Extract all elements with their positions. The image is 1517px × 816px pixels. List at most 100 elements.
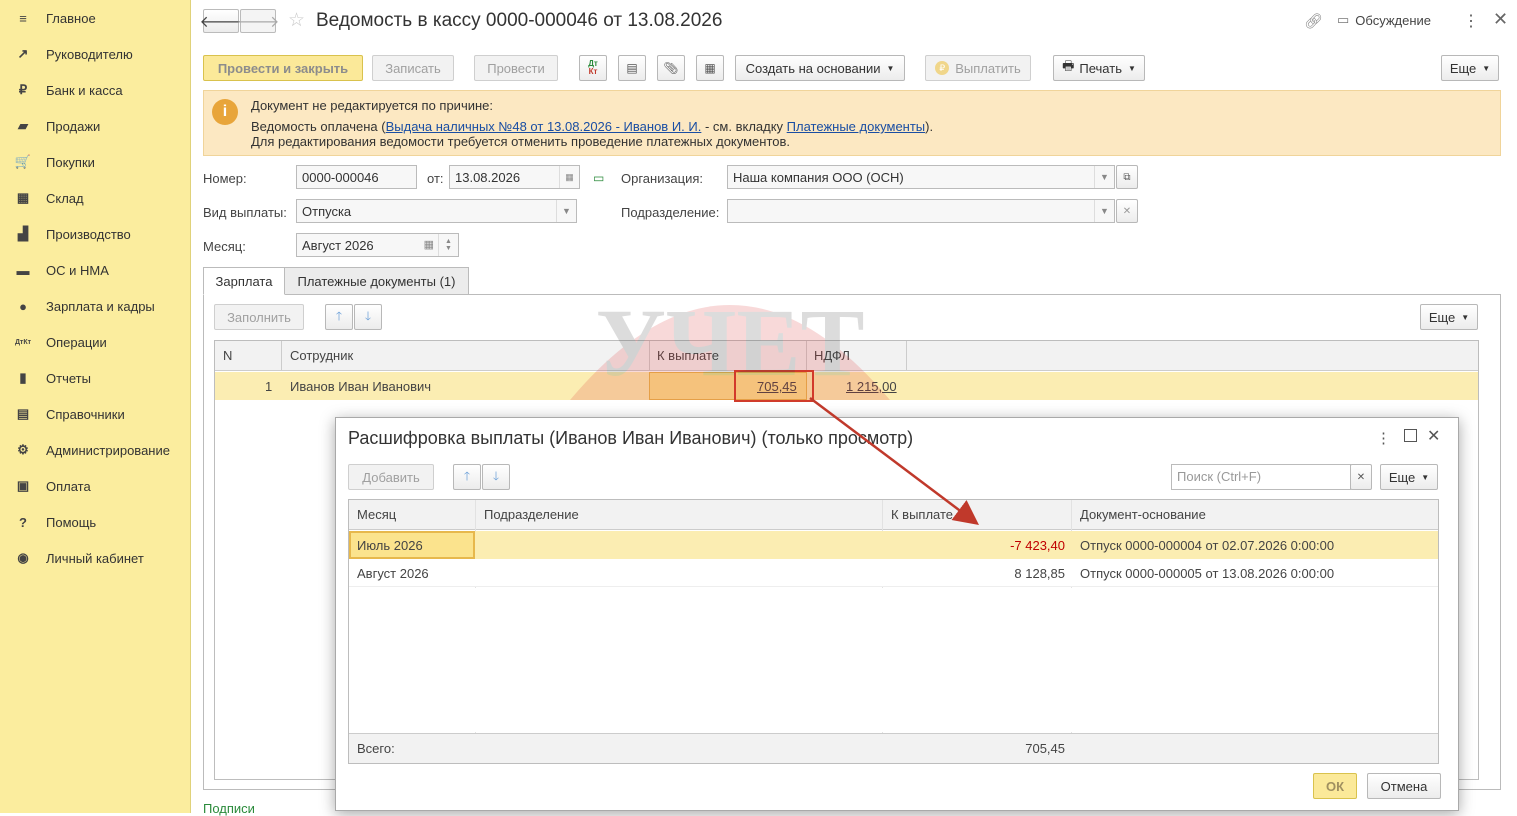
- sidebar-item-label: Склад: [46, 190, 84, 206]
- sidebar-item-label: Личный кабинет: [46, 550, 144, 566]
- col-header-department[interactable]: Подразделение: [484, 507, 579, 522]
- dropdown-arrow-icon[interactable]: ▼: [556, 200, 576, 222]
- col-header-pay[interactable]: К выплате: [891, 507, 953, 522]
- sidebar-item[interactable]: ↗ Руководителю: [0, 36, 190, 72]
- col-header-n[interactable]: N: [223, 348, 232, 363]
- dialog-move-down-icon[interactable]: 🡓: [482, 464, 510, 490]
- signatures-link[interactable]: Подписи: [203, 801, 255, 816]
- col-header-employee[interactable]: Сотрудник: [290, 348, 353, 363]
- sidebar-item[interactable]: ₽ Банк и касса: [0, 72, 190, 108]
- dialog-more-button[interactable]: Еще ▼: [1380, 464, 1438, 490]
- sidebar-item[interactable]: ▣ Оплата: [0, 468, 190, 504]
- payment-documents-tab-link[interactable]: Платежные документы: [787, 119, 925, 134]
- discussion-button[interactable]: ▭ Обсуждение: [1337, 12, 1431, 28]
- add-button[interactable]: Добавить: [348, 464, 434, 490]
- sidebar-item[interactable]: ● Зарплата и кадры: [0, 288, 190, 324]
- sidebar-item[interactable]: ▰ Продажи: [0, 108, 190, 144]
- department-label: Подразделение:: [621, 205, 720, 220]
- dialog-move-up-icon[interactable]: 🡑: [453, 464, 481, 490]
- breakdown-table: Месяц Подразделение К выплате Документ-о…: [348, 499, 1439, 764]
- month-field[interactable]: Август 2026 ▦ ▲ ▼: [296, 233, 459, 257]
- month-label: Месяц:: [203, 239, 246, 254]
- clear-department-icon[interactable]: ✕: [1116, 199, 1138, 223]
- month-stepper[interactable]: ▲ ▼: [438, 234, 458, 256]
- menu-icon: ≡: [19, 10, 27, 26]
- post-and-close-button[interactable]: Провести и закрыть: [203, 55, 363, 81]
- structure-icon[interactable]: ▦: [696, 55, 724, 81]
- save-button[interactable]: Записать: [372, 55, 454, 81]
- search-clear-icon[interactable]: ✕: [1350, 464, 1372, 490]
- payment-document-link[interactable]: Выдача наличных №48 от 13.08.2026 - Иван…: [386, 119, 702, 134]
- trend-icon: ↗: [17, 46, 29, 61]
- post-button[interactable]: Провести: [474, 55, 558, 81]
- document-list-icon[interactable]: ▤: [618, 55, 646, 81]
- table-row[interactable]: Июль 2026 -7 423,40 Отпуск 0000-000004 о…: [349, 531, 1438, 559]
- sidebar-item[interactable]: ≡ Главное: [0, 0, 190, 36]
- calendar-icon[interactable]: ▦: [559, 166, 579, 188]
- col-header-month[interactable]: Месяц: [357, 507, 396, 522]
- chat-icon: ▭: [1337, 12, 1350, 27]
- col-header-pay[interactable]: К выплате: [657, 348, 719, 363]
- calendar-icon[interactable]: ▦: [424, 238, 434, 251]
- organization-field[interactable]: Наша компания ООО (ОСН) ▼: [727, 165, 1115, 189]
- dropdown-arrow-icon[interactable]: ▼: [1094, 166, 1114, 188]
- sidebar-item[interactable]: ▟ Производство: [0, 216, 190, 252]
- number-field[interactable]: 0000-000046: [296, 165, 417, 189]
- ruble-icon: ₽: [18, 82, 28, 97]
- table-row[interactable]: 1 Иванов Иван Иванович 705,45 1 215,00: [215, 370, 1478, 402]
- row-pay-link[interactable]: 705,45: [757, 379, 797, 394]
- ok-button[interactable]: ОК: [1313, 773, 1357, 799]
- tab-salary[interactable]: Зарплата: [203, 267, 285, 295]
- row-basis-doc: Отпуск 0000-000005 от 13.08.2026 0:00:00: [1080, 566, 1335, 581]
- maximize-icon[interactable]: [1404, 429, 1417, 442]
- dropdown-arrow-icon[interactable]: ▼: [1094, 200, 1114, 222]
- sidebar-item[interactable]: ▬ ОС и НМА: [0, 252, 190, 288]
- department-field[interactable]: ▼: [727, 199, 1115, 223]
- sidebar-item[interactable]: ⚙ Администрирование: [0, 432, 190, 468]
- nav-back-button[interactable]: 🡐: [200, 9, 242, 33]
- favorite-star-icon[interactable]: ☆: [288, 9, 305, 32]
- sidebar-item[interactable]: ? Помощь: [0, 504, 190, 540]
- link-icon[interactable]: 🔗︎: [1304, 12, 1323, 30]
- sidebar-item[interactable]: ▦ Склад: [0, 180, 190, 216]
- table-row[interactable]: Август 2026 8 128,85 Отпуск 0000-000005 …: [349, 559, 1438, 587]
- tab-payment-documents[interactable]: Платежные документы (1): [284, 267, 469, 295]
- dialog-more-vert-icon[interactable]: ⋮: [1376, 429, 1391, 447]
- sidebar-item[interactable]: ◉ Личный кабинет: [0, 540, 190, 576]
- col-header-basis-doc[interactable]: Документ-основание: [1080, 507, 1206, 522]
- pay-button[interactable]: ₽ Выплатить: [925, 55, 1031, 81]
- row-basis-doc: Отпуск 0000-000004 от 02.07.2026 0:00:00: [1080, 538, 1335, 553]
- nav-forward-button[interactable]: 🡒: [237, 9, 279, 33]
- more-vert-icon[interactable]: ⋮: [1463, 11, 1479, 31]
- dialog-close-icon[interactable]: ✕: [1427, 426, 1440, 446]
- create-based-on-button[interactable]: Создать на основании ▼: [735, 55, 905, 81]
- move-up-icon[interactable]: 🡑: [325, 304, 353, 330]
- more-button[interactable]: Еще ▼: [1441, 55, 1499, 81]
- sidebar-item[interactable]: ДтКт Операции: [0, 324, 190, 360]
- sidebar-item[interactable]: 🛒 Покупки: [0, 144, 190, 180]
- fill-button[interactable]: Заполнить: [214, 304, 304, 330]
- org-history-icon[interactable]: ▭: [593, 171, 604, 185]
- table-more-button[interactable]: Еще ▼: [1420, 304, 1478, 330]
- pay-type-field[interactable]: Отпуска ▼: [296, 199, 577, 223]
- row-pay: 8 128,85: [1014, 566, 1065, 581]
- date-field[interactable]: 13.08.2026 ▦: [449, 165, 580, 189]
- print-button[interactable]: 🖶 Печать ▼: [1053, 55, 1145, 81]
- attachment-icon[interactable]: 📎︎: [657, 55, 685, 81]
- sidebar-item[interactable]: ▮ Отчеты: [0, 360, 190, 396]
- open-organization-icon[interactable]: ⧉: [1116, 165, 1138, 189]
- sidebar-item[interactable]: ▤ Справочники: [0, 396, 190, 432]
- sidebar-item-label: Операции: [46, 334, 107, 350]
- cart-icon: 🛒: [14, 154, 32, 169]
- move-down-icon[interactable]: 🡓: [354, 304, 382, 330]
- coin-icon: ₽: [935, 61, 950, 75]
- dt-kt-icon[interactable]: Дт Кт: [579, 55, 607, 81]
- close-icon[interactable]: ✕: [1493, 9, 1508, 30]
- totals-row: Всего: 705,45: [349, 733, 1438, 763]
- search-input[interactable]: Поиск (Ctrl+F): [1171, 464, 1351, 490]
- row-ndfl-link[interactable]: 1 215,00: [846, 379, 897, 394]
- cancel-button[interactable]: Отмена: [1367, 773, 1441, 799]
- col-header-ndfl[interactable]: НДФЛ: [814, 348, 850, 363]
- sidebar-item-label: Справочники: [46, 406, 125, 422]
- account-icon: ◉: [17, 550, 29, 565]
